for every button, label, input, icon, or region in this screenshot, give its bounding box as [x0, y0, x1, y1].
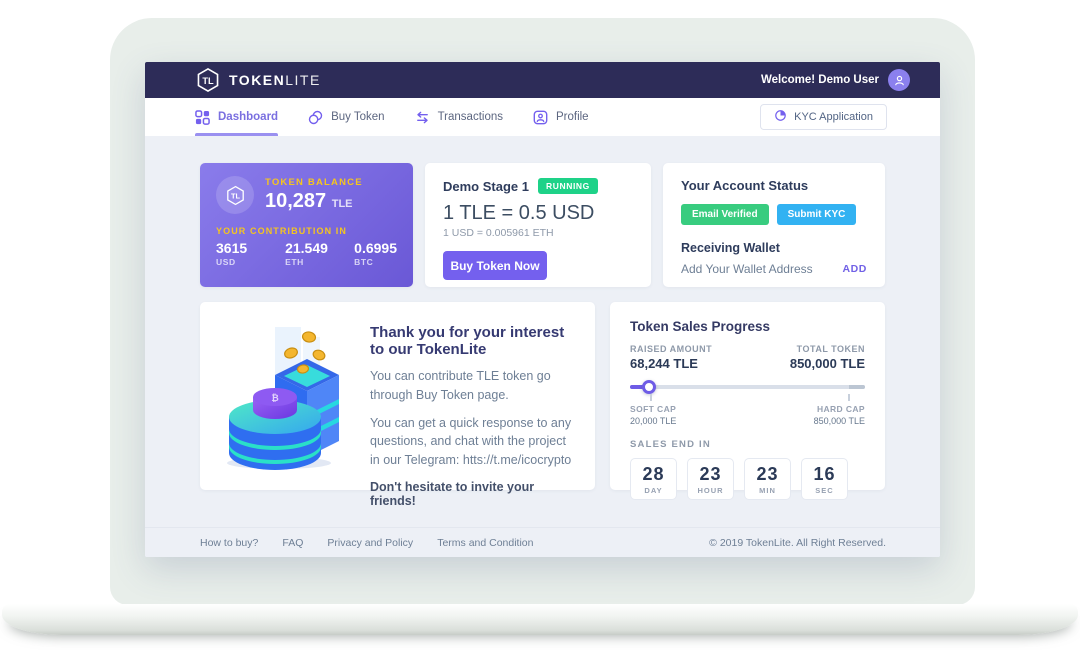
balance-currency: TLE — [332, 198, 353, 210]
soft-cap: SOFT CAP 20,000 TLE — [630, 404, 676, 426]
kyc-application-button[interactable]: KYC Application — [760, 104, 887, 130]
contribution-label: YOUR CONTRIBUTION IN — [216, 226, 397, 236]
thanks-paragraph-1: You can contribute TLE token go through … — [370, 367, 577, 405]
profile-icon — [533, 110, 548, 125]
tab-label: Transactions — [438, 111, 503, 123]
progress-handle[interactable] — [642, 380, 656, 394]
countdown-days: 28 DAY — [630, 458, 677, 500]
buy-token-now-button[interactable]: Buy Token Now — [443, 251, 547, 280]
pie-chart-icon — [774, 109, 787, 125]
token-rate: 1 TLE = 0.5 USD — [443, 202, 633, 225]
tab-dashboard[interactable]: Dashboard — [195, 98, 278, 136]
dashboard-icon — [195, 110, 210, 125]
top-navbar: TL TOKENLITE Welcome! Demo User — [145, 62, 940, 98]
progress-title: Token Sales Progress — [630, 319, 865, 334]
thanks-title: Thank you for your interest to our Token… — [370, 324, 577, 358]
brand-logo: TL TOKENLITE — [195, 67, 321, 93]
footer-link-privacy[interactable]: Privacy and Policy — [327, 537, 413, 549]
laptop-mockup: TL TOKENLITE Welcome! Demo User — [0, 0, 1080, 650]
total-token: TOTAL TOKEN 850,000 TLE — [790, 344, 865, 371]
slider-track — [630, 385, 865, 389]
coins-illustration: ₿ — [210, 318, 360, 474]
svg-text:TL: TL — [230, 191, 240, 200]
hard-cap-tick — [848, 394, 850, 401]
user-menu: Welcome! Demo User — [761, 69, 910, 91]
tab-label: Buy Token — [331, 111, 385, 123]
contribution-usd: 3615 USD — [216, 240, 285, 267]
email-verified-badge: Email Verified — [681, 204, 769, 225]
countdown-seconds: 16 SEC — [801, 458, 848, 500]
token-stage-card: Demo Stage 1 RUNNING 1 TLE = 0.5 USD 1 U… — [425, 163, 651, 287]
token-logo-icon: TL — [216, 176, 254, 214]
thanks-paragraph-2: You can get a quick response to any ques… — [370, 414, 577, 470]
laptop-base — [2, 604, 1078, 635]
thanks-paragraph-3: Don't hesitate to invite your friends! — [370, 480, 577, 508]
sales-countdown: 28 DAY 23 HOUR 23 MIN 16 — [630, 458, 865, 500]
content-area: TL TOKEN BALANCE 10,287 TLE YOUR CONTRIB… — [145, 136, 940, 527]
app-footer: How to buy? FAQ Privacy and Policy Terms… — [145, 527, 940, 557]
balance-amount: 10,287 TLE — [265, 190, 363, 213]
svg-text:₿: ₿ — [271, 393, 278, 403]
add-wallet-link[interactable]: ADD — [842, 263, 867, 275]
token-balance-card: TL TOKEN BALANCE 10,287 TLE YOUR CONTRIB… — [200, 163, 413, 287]
person-icon — [893, 74, 906, 87]
token-sales-progress-card: Token Sales Progress RAISED AMOUNT 68,24… — [610, 302, 885, 490]
svg-text:TL: TL — [202, 76, 214, 86]
tab-buy-token[interactable]: Buy Token — [308, 98, 385, 136]
sales-end-label: SALES END IN — [630, 439, 865, 450]
submit-kyc-button[interactable]: Submit KYC — [777, 204, 857, 225]
hard-cap: HARD CAP 850,000 TLE — [814, 404, 865, 426]
kyc-button-label: KYC Application — [794, 111, 873, 123]
brand-name: TOKENLITE — [229, 72, 321, 88]
balance-label: TOKEN BALANCE — [265, 177, 363, 188]
raised-amount: RAISED AMOUNT 68,244 TLE — [630, 344, 712, 371]
account-status-title: Your Account Status — [681, 178, 867, 193]
countdown-hours: 23 HOUR — [687, 458, 734, 500]
wallet-address-hint: Add Your Wallet Address — [681, 262, 813, 276]
tokenlite-logo-icon: TL — [195, 67, 221, 93]
receiving-wallet-title: Receiving Wallet — [681, 241, 867, 255]
hard-cap-segment — [849, 385, 865, 389]
contribution-eth: 21.549 ETH — [285, 240, 354, 267]
countdown-minutes: 23 MIN — [744, 458, 791, 500]
contribution-btc: 0.6995 BTC — [354, 240, 397, 267]
footer-link-how-to-buy[interactable]: How to buy? — [200, 537, 258, 549]
footer-link-faq[interactable]: FAQ — [282, 537, 303, 549]
tab-profile[interactable]: Profile — [533, 98, 589, 136]
tab-label: Dashboard — [218, 111, 278, 123]
copyright-text: © 2019 TokenLite. All Right Reserved. — [709, 537, 886, 549]
dashboard-app: TL TOKENLITE Welcome! Demo User — [145, 62, 940, 557]
welcome-message-card: ₿ Thank you for your interest to our Tok… — [200, 302, 595, 490]
account-status-card: Your Account Status Email Verified Submi… — [663, 163, 885, 287]
tab-transactions[interactable]: Transactions — [415, 98, 503, 136]
tab-label: Profile — [556, 111, 589, 123]
welcome-text: Welcome! Demo User — [761, 74, 879, 86]
running-badge: RUNNING — [538, 178, 598, 194]
footer-link-terms[interactable]: Terms and Condition — [437, 537, 533, 549]
token-sub-rate: 1 USD = 0.005961 ETH — [443, 227, 633, 239]
coins-icon — [308, 110, 323, 125]
swap-arrows-icon — [415, 110, 430, 125]
main-menu: Dashboard Buy Token — [145, 98, 940, 136]
sales-progress-slider — [630, 380, 865, 394]
user-avatar[interactable] — [888, 69, 910, 91]
soft-cap-tick — [650, 394, 652, 401]
stage-title: Demo Stage 1 — [443, 179, 529, 194]
